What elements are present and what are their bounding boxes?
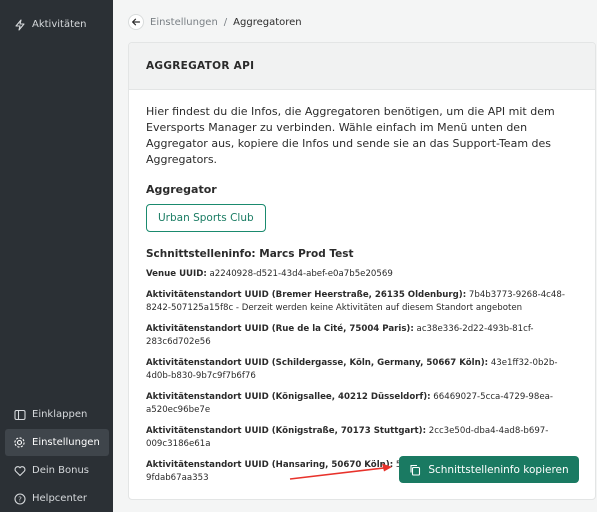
- collapse-icon: [13, 408, 26, 421]
- sidebar-item-helpcenter[interactable]: ? Helpcenter: [5, 485, 109, 512]
- copy-button-label: Schnittstelleninfo kopieren: [428, 463, 569, 476]
- sidebar-item-aktivitaeten[interactable]: Aktivitäten: [5, 11, 109, 38]
- info-list: Venue UUID: a2240928-d521-43d4-abef-e0a7…: [146, 268, 578, 485]
- info-row: Aktivitätenstandort UUID (Bremer Heerstr…: [146, 289, 576, 315]
- breadcrumb-current: Aggregatoren: [233, 16, 302, 28]
- breadcrumb: Einstellungen / Aggregatoren: [128, 13, 302, 31]
- sidebar: Aktivitäten Einklappen Einstellungen Dei…: [0, 0, 113, 512]
- sidebar-item-label: Helpcenter: [32, 493, 87, 504]
- info-row-label: Aktivitätenstandort UUID (Schildergasse,…: [146, 358, 489, 368]
- sidebar-item-label: Einstellungen: [32, 437, 100, 448]
- info-title: Schnittstelleninfo: Marcs Prod Test: [146, 248, 354, 260]
- lightning-icon: [13, 18, 26, 31]
- back-button[interactable]: [128, 14, 144, 30]
- sidebar-item-label: Aktivitäten: [32, 19, 87, 30]
- info-row: Venue UUID: a2240928-d521-43d4-abef-e0a7…: [146, 268, 576, 281]
- info-row: Aktivitätenstandort UUID (Königstraße, 7…: [146, 425, 576, 451]
- svg-text:?: ?: [18, 495, 22, 503]
- info-row-label: Aktivitätenstandort UUID (Bremer Heerstr…: [146, 290, 467, 300]
- copy-icon: [409, 464, 421, 476]
- info-row: Aktivitätenstandort UUID (Rue de la Cité…: [146, 323, 576, 349]
- sidebar-item-label: Einklappen: [32, 409, 88, 420]
- info-row-label: Aktivitätenstandort UUID (Königsallee, 4…: [146, 392, 431, 402]
- sidebar-item-einklappen[interactable]: Einklappen: [5, 401, 109, 428]
- help-icon: ?: [13, 492, 26, 505]
- info-row-label: Aktivitätenstandort UUID (Königstraße, 7…: [146, 426, 427, 436]
- heart-icon: [13, 464, 26, 477]
- aggregator-api-card: AGGREGATOR API Hier findest du die Infos…: [128, 42, 596, 500]
- breadcrumb-separator: /: [223, 16, 228, 28]
- info-row: Aktivitätenstandort UUID (Königsallee, 4…: [146, 391, 576, 417]
- annotation-arrow-icon: [289, 463, 392, 480]
- info-row: Aktivitätenstandort UUID (Schildergasse,…: [146, 357, 576, 383]
- info-row-value: a2240928-d521-43d4-abef-e0a7b5e20569: [209, 269, 393, 279]
- sidebar-item-dein-bonus[interactable]: Dein Bonus: [5, 457, 109, 484]
- gear-icon: [13, 436, 26, 449]
- intro-text: Hier findest du die Infos, die Aggregato…: [146, 105, 555, 166]
- copy-interface-info-button[interactable]: Schnittstelleninfo kopieren: [399, 456, 579, 483]
- info-row-label: Venue UUID:: [146, 269, 207, 279]
- breadcrumb-parent-link[interactable]: Einstellungen: [150, 17, 218, 28]
- aggregator-label: Aggregator: [146, 183, 217, 196]
- info-row-label: Aktivitätenstandort UUID (Rue de la Cité…: [146, 324, 414, 334]
- card-body: Hier findest du die Infos, die Aggregato…: [129, 90, 595, 485]
- aggregator-select[interactable]: Urban Sports Club: [146, 204, 266, 232]
- sidebar-item-label: Dein Bonus: [32, 465, 90, 476]
- sidebar-item-einstellungen[interactable]: Einstellungen: [5, 429, 109, 456]
- arrow-left-icon: [132, 18, 141, 26]
- card-title: AGGREGATOR API: [129, 43, 595, 90]
